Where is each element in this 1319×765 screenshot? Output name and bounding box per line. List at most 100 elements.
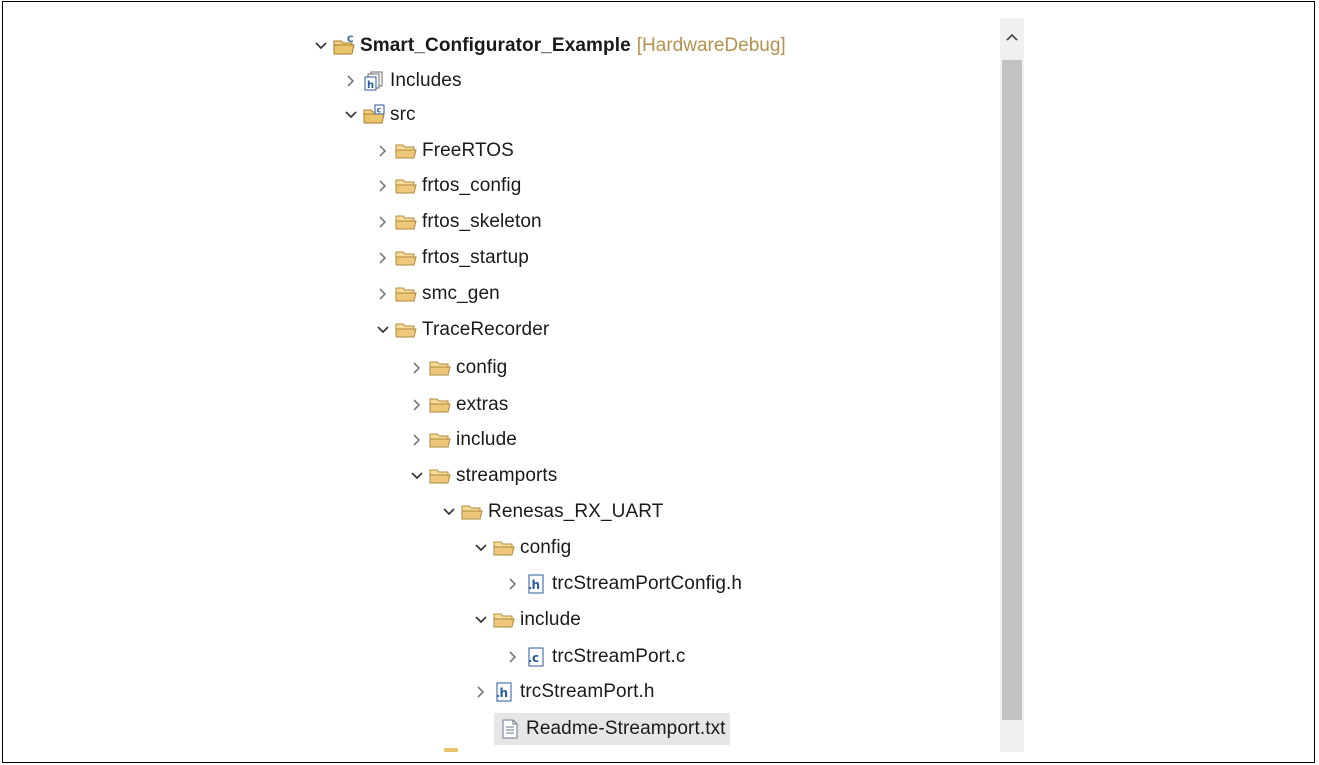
folder-icon	[394, 318, 418, 342]
tree-row-readme-streamport-txt[interactable]: Readme-Streamport.txt	[494, 713, 730, 745]
folder-icon	[394, 246, 418, 270]
tree-row-renesas-rx-uart[interactable]: Renesas_RX_UART	[440, 496, 667, 528]
project-label-wrap: Smart_Configurator_Example [HardwareDebu…	[360, 30, 790, 62]
svg-text:c: c	[377, 106, 382, 115]
tree-item-label: trcStreamPortConfig.h	[552, 573, 743, 594]
tree-item-label: smc_gen	[422, 283, 500, 304]
tree-row-extras[interactable]: extras	[408, 389, 512, 421]
chevron-down-icon[interactable]	[374, 314, 392, 346]
tree-item-label: Includes	[390, 70, 462, 91]
tree-row-smc-gen[interactable]: smc_gen	[374, 278, 504, 310]
tree-item-label: config	[520, 537, 572, 558]
chevron-right-icon[interactable]	[408, 424, 426, 456]
chevron-down-icon[interactable]	[408, 460, 426, 492]
chevron-down-icon[interactable]	[472, 532, 490, 564]
project-name: Smart_Configurator_Example	[360, 35, 631, 56]
streamports-label-wrap: streamports	[456, 460, 561, 492]
frtos-skeleton-label-wrap: frtos_skeleton	[422, 206, 546, 238]
folder-icon	[394, 174, 418, 198]
tree-row-trcstreamportconfig-h[interactable]: h trcStreamPortConfig.h	[504, 568, 746, 600]
vertical-scrollbar[interactable]	[1000, 18, 1024, 752]
tree-row-freertos[interactable]: FreeRTOS	[374, 135, 518, 167]
folder-icon	[460, 500, 484, 524]
frtos-config-label-wrap: frtos_config	[422, 170, 525, 202]
trcstreamportconfig-h-label-wrap: trcStreamPortConfig.h	[552, 568, 746, 600]
tree-row-trcstreamport-c[interactable]: c trcStreamPort.c	[504, 641, 689, 673]
folder-icon	[428, 464, 452, 488]
tree-row-include[interactable]: include	[408, 424, 521, 456]
chevron-down-icon[interactable]	[472, 604, 490, 636]
tree-item-label: Renesas_RX_UART	[488, 501, 664, 522]
tree-row-frtos-skeleton[interactable]: frtos_skeleton	[374, 206, 546, 238]
build-config-decoration: [HardwareDebug]	[636, 35, 786, 56]
src-label-wrap: src	[390, 99, 420, 131]
trcstreamport-c-label-wrap: trcStreamPort.c	[552, 641, 689, 673]
tree-row-includes[interactable]: h Includes	[342, 65, 466, 97]
tree-row-frtos-config[interactable]: frtos_config	[374, 170, 525, 202]
folder-icon	[394, 210, 418, 234]
includes-label-wrap: Includes	[390, 65, 466, 97]
chevron-right-icon[interactable]	[374, 135, 392, 167]
cut-off-folder-icon	[444, 748, 458, 752]
freertos-label-wrap: FreeRTOS	[422, 135, 518, 167]
tree-row-config[interactable]: config	[408, 352, 511, 384]
chevron-right-icon[interactable]	[408, 389, 426, 421]
svg-text:c: c	[532, 651, 539, 665]
tree-item-label: frtos_config	[422, 175, 522, 196]
tree-item-label: include	[456, 429, 517, 450]
c-file-icon: c	[524, 645, 548, 669]
c-project-icon: C	[332, 34, 356, 58]
tree-item-label: extras	[456, 394, 509, 415]
trcstreamport-h-label-wrap: trcStreamPort.h	[520, 676, 659, 708]
tree-item-label: frtos_startup	[422, 247, 529, 268]
chevron-down-icon[interactable]	[440, 496, 458, 528]
tree-item-label: frtos_skeleton	[422, 211, 542, 232]
folder-icon	[394, 139, 418, 163]
chevron-right-icon[interactable]	[374, 242, 392, 274]
tree-item-label: src	[390, 104, 416, 125]
include-label-wrap: include	[456, 424, 521, 456]
extras-label-wrap: extras	[456, 389, 512, 421]
svg-text:C: C	[347, 35, 354, 45]
h-file-icon: h	[524, 572, 548, 596]
folder-icon	[428, 356, 452, 380]
includes-icon: h	[362, 69, 386, 93]
tree-row-frtos-startup[interactable]: frtos_startup	[374, 242, 533, 274]
chevron-right-icon[interactable]	[374, 206, 392, 238]
readme-label-wrap: Readme-Streamport.txt	[494, 713, 730, 745]
folder-icon	[492, 536, 516, 560]
svg-text:h: h	[367, 80, 374, 91]
tree-row-streamports[interactable]: streamports	[408, 460, 561, 492]
renesas-rx-uart-label-wrap: Renesas_RX_UART	[488, 496, 667, 528]
tree-row-tracerecorder[interactable]: TraceRecorder	[374, 314, 553, 346]
tree-row-uart-include[interactable]: include	[472, 604, 585, 636]
tree-row-uart-config[interactable]: config	[472, 532, 575, 564]
uart-config-label-wrap: config	[520, 532, 575, 564]
text-file-icon	[498, 717, 522, 741]
chevron-right-icon[interactable]	[374, 278, 392, 310]
scroll-up-arrow-icon[interactable]	[1000, 26, 1024, 48]
tree-item-label: Readme-Streamport.txt	[526, 718, 726, 739]
tracerecorder-label-wrap: TraceRecorder	[422, 314, 553, 346]
scrollbar-thumb[interactable]	[1002, 60, 1022, 720]
chevron-right-icon[interactable]	[408, 352, 426, 384]
source-folder-icon: c	[362, 103, 386, 127]
tree-item-label: include	[520, 609, 581, 630]
chevron-down-icon[interactable]	[342, 99, 360, 131]
chevron-right-icon[interactable]	[472, 676, 490, 708]
config-label-wrap: config	[456, 352, 511, 384]
chevron-right-icon[interactable]	[504, 568, 522, 600]
folder-icon	[492, 608, 516, 632]
tree-item-label: FreeRTOS	[422, 140, 514, 161]
chevron-down-icon[interactable]	[312, 30, 330, 62]
tree-row-src[interactable]: c src	[342, 99, 420, 131]
folder-icon	[428, 393, 452, 417]
h-file-icon: h	[492, 680, 516, 704]
chevron-right-icon[interactable]	[504, 641, 522, 673]
tree-row-trcstreamport-h[interactable]: h trcStreamPort.h	[472, 676, 659, 708]
tree-row-project[interactable]: C Smart_Configurator_Example [HardwareDe…	[312, 30, 790, 62]
chevron-right-icon[interactable]	[342, 65, 360, 97]
chevron-right-icon[interactable]	[374, 170, 392, 202]
folder-icon	[428, 428, 452, 452]
project-explorer-panel: C Smart_Configurator_Example [HardwareDe…	[298, 18, 1028, 752]
